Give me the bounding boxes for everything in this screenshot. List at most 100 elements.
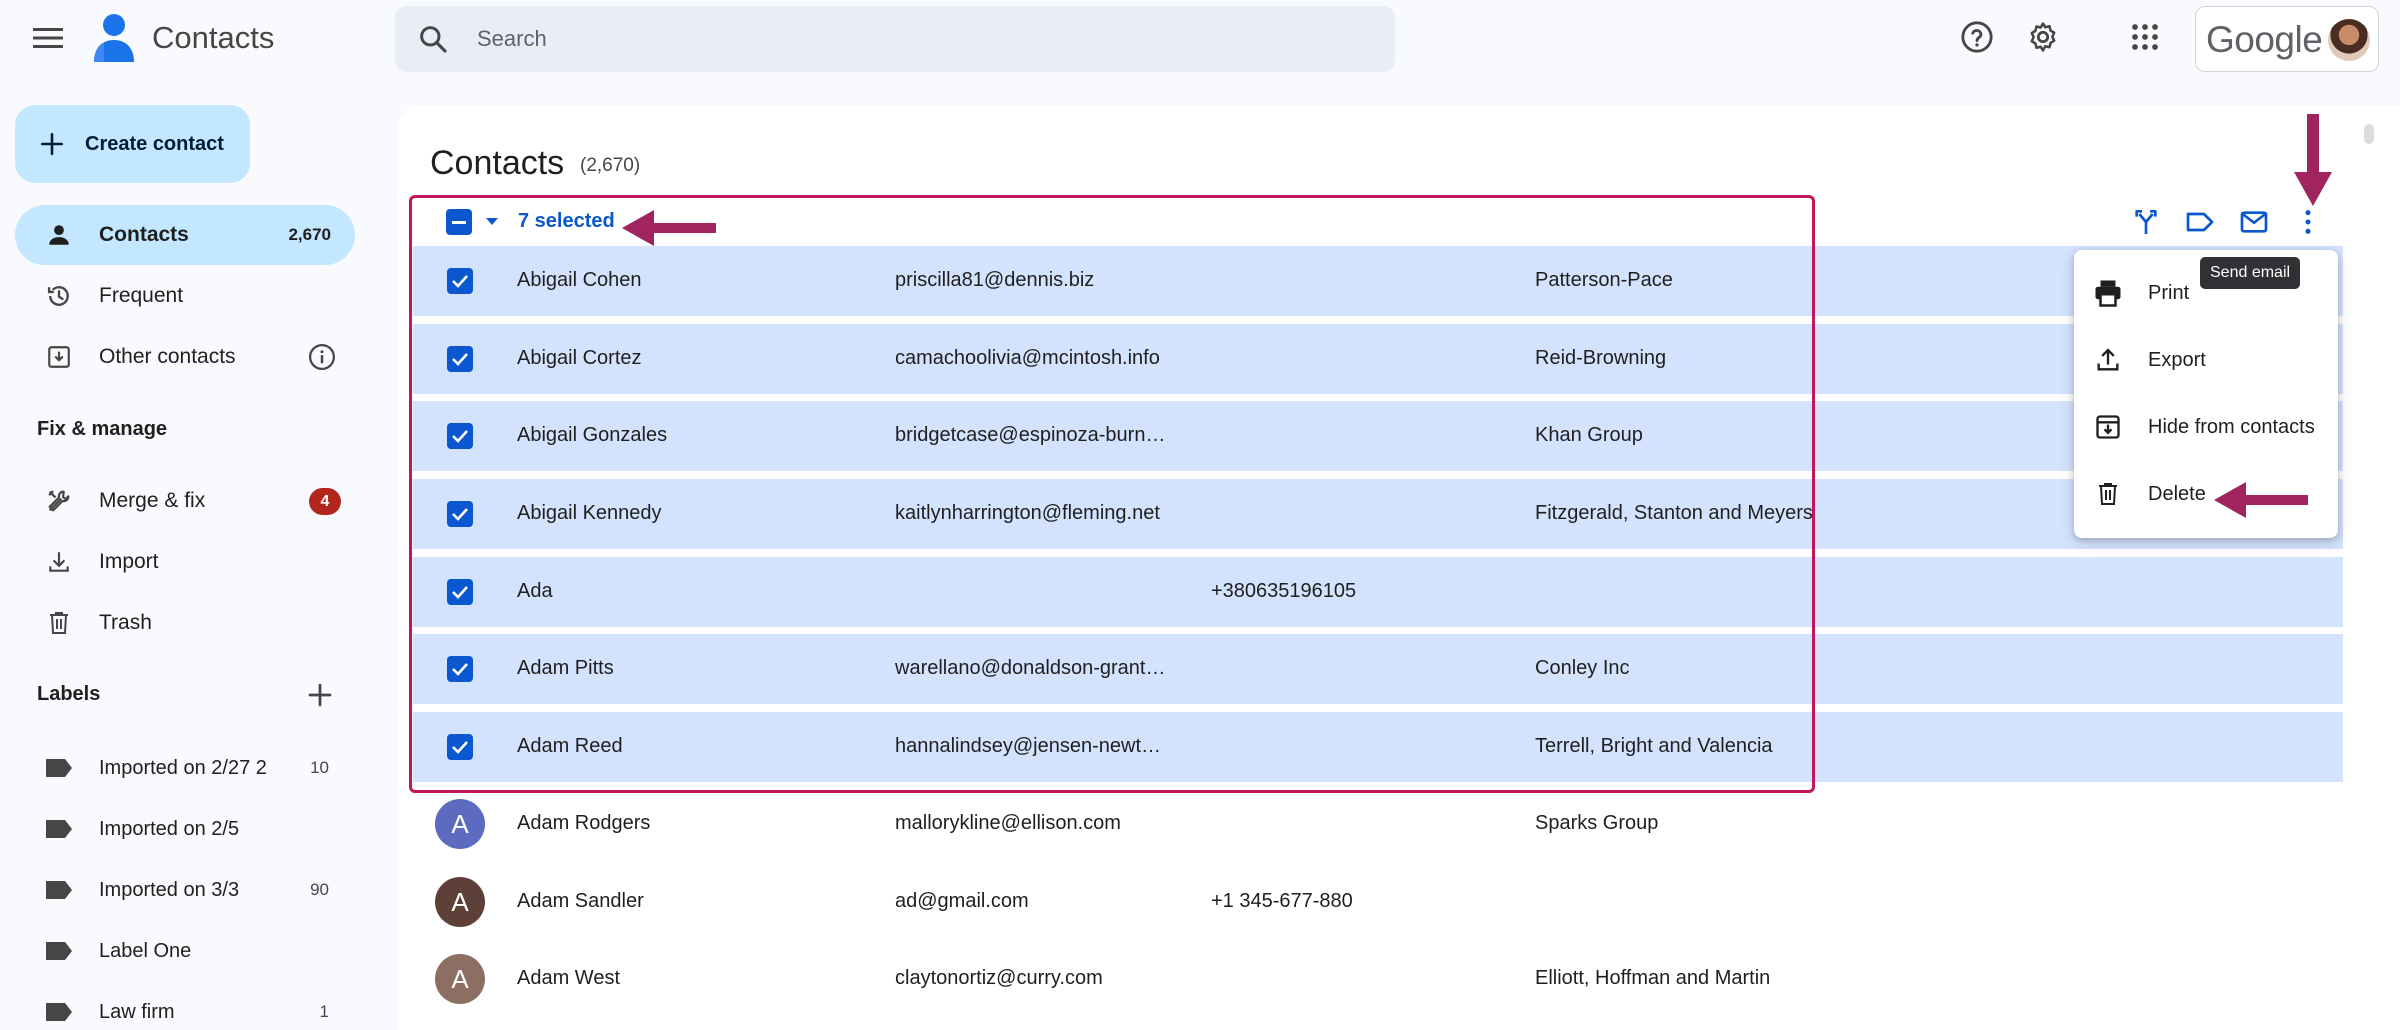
- label-item[interactable]: Imported on 2/27 2 10: [15, 738, 355, 798]
- label-tag-icon: [41, 1001, 77, 1023]
- avatar[interactable]: A: [435, 799, 485, 849]
- google-account-button[interactable]: Google: [2195, 6, 2379, 72]
- label-outline-icon: [2186, 212, 2214, 232]
- contacts-count: 2,670: [288, 225, 331, 244]
- contact-email: kaitlynharrington@fleming.net: [895, 502, 1160, 524]
- menu-item-export[interactable]: Export: [2074, 327, 2338, 393]
- create-contact-button[interactable]: Create contact: [15, 105, 250, 183]
- table-row[interactable]: A Adam Sandler ad@gmail.com +1 345-677-8…: [413, 867, 2343, 937]
- sidebar-item-merge-fix[interactable]: Merge & fix 4: [15, 471, 355, 531]
- contact-name: Abigail Kennedy: [517, 502, 662, 524]
- label-tag-icon: [41, 940, 77, 962]
- label-item[interactable]: Imported on 3/3 90: [15, 860, 355, 920]
- table-row[interactable]: Abigail Kennedy kaitlynharrington@flemin…: [413, 479, 2343, 549]
- contact-name: Adam Reed: [517, 735, 623, 757]
- row-checkbox[interactable]: [447, 423, 473, 449]
- label-item[interactable]: Label One: [15, 921, 355, 981]
- check-icon: [452, 353, 468, 366]
- contact-email: camachoolivia@mcintosh.info: [895, 347, 1160, 369]
- contact-name: Abigail Cohen: [517, 269, 642, 291]
- contact-name: Adam Sandler: [517, 890, 644, 912]
- more-vert-icon: [2305, 210, 2311, 234]
- contact-company: Terrell, Bright and Valencia: [1535, 735, 1773, 757]
- row-checkbox[interactable]: [447, 501, 473, 527]
- contact-name: Abigail Gonzales: [517, 424, 668, 446]
- check-icon: [452, 275, 468, 288]
- contact-phone: +1 345-677-880: [1211, 890, 1353, 912]
- sidebar-item-trash[interactable]: Trash: [15, 593, 355, 653]
- table-row[interactable]: Adam Reed hannalindsey@jensen-newt… Terr…: [413, 712, 2343, 782]
- info-icon[interactable]: [307, 342, 337, 372]
- caret-down-icon: [486, 218, 498, 225]
- check-icon: [452, 741, 468, 754]
- contact-name: Ada: [517, 580, 553, 602]
- sidebar-item-other-contacts[interactable]: Other contacts: [15, 327, 355, 387]
- label-name: Imported on 3/3: [99, 878, 240, 901]
- add-label-button[interactable]: [305, 680, 335, 710]
- table-row[interactable]: A Adam Rodgers mallorykline@ellison.com …: [413, 789, 2343, 859]
- row-checkbox[interactable]: [447, 346, 473, 372]
- tools-icon: [41, 487, 77, 515]
- label-name: Imported on 2/27 2: [99, 756, 267, 779]
- contact-company: Conley Inc: [1535, 657, 1630, 679]
- search-input[interactable]: [477, 6, 1357, 72]
- label-name: Law firm: [99, 1000, 175, 1023]
- select-all-checkbox[interactable]: [446, 209, 472, 235]
- sidebar-item-import[interactable]: Import: [15, 532, 355, 592]
- help-icon: [1961, 21, 1993, 53]
- account-avatar[interactable]: [2328, 19, 2370, 61]
- avatar[interactable]: A: [435, 954, 485, 1004]
- avatar[interactable]: A: [435, 877, 485, 927]
- table-row[interactable]: Ada +380635196105: [413, 557, 2343, 627]
- merge-button[interactable]: [2130, 206, 2162, 238]
- menu-item-label: Hide from contacts: [2148, 415, 2315, 438]
- label-tag-icon: [41, 818, 77, 840]
- contact-name: Adam Pitts: [517, 657, 614, 679]
- google-apps-button[interactable]: [2130, 22, 2160, 52]
- sidebar-item-label: Frequent: [99, 284, 184, 307]
- settings-button[interactable]: [2026, 20, 2060, 54]
- merge-icon: [2135, 210, 2157, 234]
- main-menu-button[interactable]: [26, 20, 70, 56]
- label-name: Imported on 2/5: [99, 817, 240, 840]
- table-row[interactable]: Abigail Cortez camachoolivia@mcintosh.in…: [413, 324, 2343, 394]
- label-tag-icon: [41, 757, 77, 779]
- table-row[interactable]: Adam Pitts warellano@donaldson-grant… Co…: [413, 634, 2343, 704]
- row-checkbox[interactable]: [447, 656, 473, 682]
- trash-icon: [41, 610, 77, 636]
- more-actions-button[interactable]: [2292, 206, 2324, 238]
- search-bar[interactable]: [395, 6, 1395, 72]
- sidebar-item-label: Other contacts: [99, 345, 236, 368]
- table-row[interactable]: Abigail Cohen priscilla81@dennis.biz Pat…: [413, 246, 2343, 316]
- contacts-logo-icon: [90, 12, 138, 64]
- help-button[interactable]: [1960, 20, 1994, 54]
- search-icon[interactable]: [417, 23, 449, 55]
- labels-heading: Labels: [37, 683, 101, 705]
- create-contact-label: Create contact: [85, 132, 224, 155]
- selection-dropdown-button[interactable]: [484, 215, 500, 227]
- label-item[interactable]: Imported on 2/5: [15, 799, 355, 859]
- menu-item-hide[interactable]: Hide from contacts: [2074, 394, 2338, 460]
- row-checkbox[interactable]: [447, 579, 473, 605]
- scrollbar[interactable]: [2364, 124, 2374, 144]
- table-row[interactable]: A Adam West claytonortiz@curry.com Ellio…: [413, 944, 2343, 1014]
- table-row[interactable]: Abigail Gonzales bridgetcase@espinoza-bu…: [413, 401, 2343, 471]
- row-checkbox[interactable]: [447, 268, 473, 294]
- sidebar-item-contacts[interactable]: Contacts 2,670: [15, 205, 355, 265]
- manage-labels-button[interactable]: [2184, 206, 2216, 238]
- sidebar-item-frequent[interactable]: Frequent: [15, 266, 355, 326]
- gear-icon: [2030, 22, 2056, 52]
- menu-item-label: Print: [2148, 281, 2190, 304]
- contact-company: Patterson-Pace: [1535, 269, 1673, 291]
- total-count: (2,670): [580, 155, 641, 176]
- send-email-button[interactable]: [2238, 206, 2270, 238]
- label-item[interactable]: Law firm 1: [15, 982, 355, 1030]
- row-checkbox[interactable]: [447, 734, 473, 760]
- person-icon: [41, 222, 77, 248]
- hamburger-icon: [33, 28, 63, 48]
- check-icon: [452, 508, 468, 521]
- label-tag-icon: [41, 879, 77, 901]
- page-title: Contacts: [430, 144, 565, 182]
- label-count: 10: [310, 758, 329, 777]
- menu-item-label: Delete: [2148, 482, 2206, 505]
